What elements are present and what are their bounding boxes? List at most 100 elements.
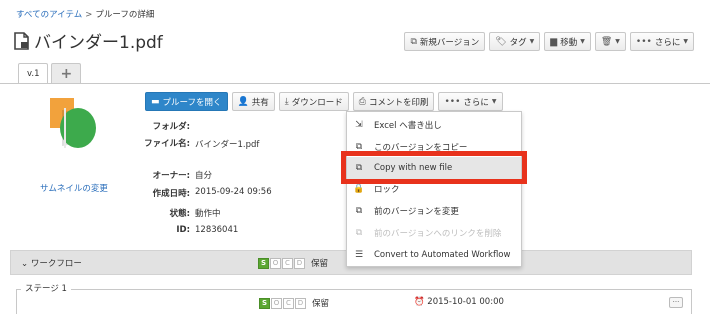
- copy-icon: ⧉: [355, 206, 363, 216]
- menu-export-excel-label: Excel へ書き出し: [374, 121, 442, 131]
- meta-state-row: 状態: 動作中: [140, 207, 221, 219]
- new-version-label: 新規バージョン: [419, 37, 480, 48]
- menu-item-change-previous[interactable]: ⧉ 前のバージョンを変更: [347, 200, 521, 222]
- breadcrumb-current: プルーフの詳細: [95, 10, 155, 20]
- meta-owner-value: 自分: [195, 171, 213, 181]
- breadcrumb-separator: >: [85, 10, 93, 20]
- stage-status-text: 保留: [312, 299, 330, 309]
- more-actions-label: さらに: [463, 97, 489, 108]
- print-icon: ⎙: [358, 96, 366, 107]
- version-tabs: v.1 +: [18, 63, 82, 83]
- open-proof-button[interactable]: ▬ プルーフを開く: [145, 92, 228, 111]
- chevron-down-icon: ⌄: [21, 259, 29, 269]
- status-o-badge: O: [270, 257, 281, 269]
- chevron-down-icon: ▼: [491, 98, 497, 105]
- excel-export-icon: ⇲: [355, 120, 363, 130]
- meta-state-value: 動作中: [195, 209, 221, 219]
- workflow-status-text: 保留: [311, 259, 329, 269]
- folder-icon: ▆: [550, 36, 558, 47]
- stage-deadline-text: 2015-10-01 00:00: [427, 297, 504, 307]
- download-icon: ⤓: [284, 96, 289, 107]
- status-c-badge: C: [282, 257, 293, 269]
- tag-button[interactable]: 🏷 タグ ▼: [489, 32, 541, 51]
- more-actions-menu: ⇲ Excel へ書き出し ⧉ このバージョンをコピー ⧉ Copy with new…: [346, 111, 522, 267]
- stage-panel: [16, 289, 692, 314]
- comment-icon: ▬: [151, 96, 160, 107]
- page-title: バインダー1.pdf: [34, 33, 163, 53]
- meta-state-key: 状態:: [169, 209, 190, 219]
- highlight-annotation: [341, 151, 527, 184]
- meta-owner-key: オーナー:: [152, 171, 190, 181]
- meta-owner-row: オーナー: 自分: [140, 169, 212, 181]
- move-button[interactable]: ▆ 移動 ▼: [544, 32, 591, 51]
- meta-id-value: 12836041: [195, 225, 239, 235]
- meta-created-key: 作成日時:: [152, 189, 190, 199]
- trash-icon: 🗑: [600, 36, 613, 47]
- breadcrumb: すべてのアイテム > プルーフの詳細: [16, 8, 154, 20]
- meta-filename-value: バインダー1.pdf: [195, 140, 260, 150]
- print-label: コメントを印刷: [368, 97, 429, 108]
- change-thumbnail-link[interactable]: サムネイルの変更: [40, 182, 108, 194]
- menu-item-export-excel[interactable]: ⇲ Excel へ書き出し: [347, 114, 521, 136]
- meta-folder-row: フォルダ:: [140, 120, 195, 132]
- unlink-icon: ⧉: [355, 228, 363, 238]
- stage-title: ステージ 1: [21, 282, 71, 294]
- menu-convert-workflow-label: Convert to Automated Workflow: [374, 250, 511, 260]
- menu-item-convert-workflow[interactable]: ☰ Convert to Automated Workflow: [347, 244, 521, 266]
- share-label: 共有: [251, 97, 269, 108]
- proof-action-bar: ▬ プルーフを開く 👤 共有 ⤓ ダウンロード ⎙ コメントを印刷 ••• さらに ▼: [145, 92, 503, 111]
- more-top-label: さらに: [654, 37, 681, 48]
- meta-created-row: 作成日時: 2015-09-24 09:56: [140, 187, 272, 199]
- tag-icon: 🏷: [495, 36, 507, 47]
- lock-icon: 🔒: [353, 184, 365, 194]
- stage-status-d-badge: D: [295, 297, 306, 309]
- ellipsis-icon: •••: [635, 36, 652, 47]
- menu-delete-link-label: 前のバージョンへのリンクを削除: [374, 229, 502, 239]
- list-icon: ☰: [354, 250, 364, 260]
- status-d-badge: D: [294, 257, 305, 269]
- new-version-button[interactable]: ⧉ 新規バージョン: [404, 32, 486, 51]
- user-icon: 👤: [237, 96, 249, 107]
- download-button[interactable]: ⤓ ダウンロード: [278, 92, 349, 111]
- menu-lock-label: ロック: [374, 185, 400, 195]
- stage-status-c-badge: C: [283, 297, 294, 309]
- meta-filename-row: ファイル名: バインダー1.pdf: [140, 138, 259, 150]
- chevron-down-icon: ▼: [580, 38, 585, 45]
- meta-folder-key: フォルダ:: [152, 122, 190, 132]
- stage-status-s-badge: S: [259, 297, 270, 309]
- more-top-button[interactable]: ••• さらに ▼: [629, 32, 694, 51]
- status-s-badge: S: [258, 257, 269, 269]
- more-actions-button[interactable]: ••• さらに ▼: [438, 92, 503, 111]
- page-title-row: バインダー1.pdf: [14, 28, 163, 53]
- meta-id-row: ID: 12836041: [140, 225, 238, 235]
- menu-change-previous-label: 前のバージョンを変更: [374, 207, 459, 217]
- delete-button[interactable]: 🗑 ▼: [594, 32, 626, 51]
- stage-more-button[interactable]: ···: [669, 297, 683, 308]
- tag-label: タグ: [509, 37, 527, 48]
- move-label: 移動: [560, 37, 578, 48]
- workflow-label: ⌄ ワークフロー: [21, 257, 82, 269]
- tab-version-1[interactable]: v.1: [18, 63, 49, 83]
- stage-status: S O C D 保留: [259, 297, 329, 309]
- share-button[interactable]: 👤 共有: [231, 92, 275, 111]
- chevron-down-icon: ▼: [683, 38, 688, 45]
- meta-created-value: 2015-09-24 09:56: [195, 187, 272, 197]
- new-version-icon: ⧉: [410, 36, 417, 47]
- tabs-divider: [0, 83, 710, 84]
- meta-id-key: ID:: [176, 225, 190, 235]
- print-comments-button[interactable]: ⎙ コメントを印刷: [352, 92, 435, 111]
- workflow-status: S O C D 保留: [258, 257, 328, 269]
- chevron-down-icon: ▼: [615, 38, 620, 45]
- meta-filename-key: ファイル名:: [144, 139, 190, 149]
- stage-status-o-badge: O: [271, 297, 282, 309]
- ellipsis-icon: •••: [444, 96, 461, 107]
- document-icon: [14, 31, 30, 50]
- stage-deadline: ⏰ 2015-10-01 00:00: [414, 297, 504, 307]
- chevron-down-icon: ▼: [529, 38, 535, 45]
- alarm-icon: ⏰: [414, 297, 425, 307]
- download-label: ダウンロード: [291, 97, 343, 108]
- menu-item-delete-link[interactable]: ⧉ 前のバージョンへのリンクを削除: [347, 222, 521, 244]
- add-version-tab[interactable]: +: [51, 63, 82, 83]
- thumbnail-image[interactable]: [48, 98, 98, 158]
- breadcrumb-all-items-link[interactable]: すべてのアイテム: [16, 10, 82, 20]
